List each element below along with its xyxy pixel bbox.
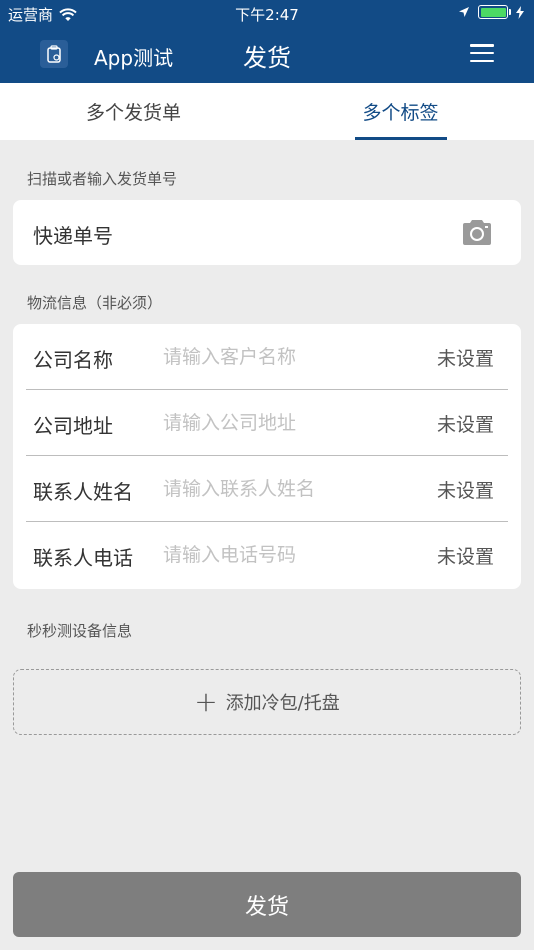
- location-arrow-icon: [459, 7, 469, 17]
- menu-icon[interactable]: [470, 42, 494, 64]
- contact-name-row: 联系人姓名 未设置: [13, 456, 521, 522]
- company-name-label: 公司名称: [33, 348, 113, 372]
- company-address-row: 公司地址 未设置: [13, 390, 521, 456]
- status-right: [458, 5, 524, 19]
- device-section-label: 秒秒测设备信息: [27, 622, 133, 640]
- add-cold-pack-label: 添加冷包/托盘: [225, 693, 340, 714]
- company-name-set-button[interactable]: 未设置: [437, 344, 494, 371]
- tab-bar: 多个发货单 多个标签: [0, 83, 534, 140]
- camera-icon[interactable]: [461, 218, 493, 246]
- contact-phone-input[interactable]: [163, 540, 423, 570]
- contact-phone-row: 联系人电话 未设置: [13, 522, 521, 588]
- logistics-section-label: 物流信息（非必须）: [27, 294, 163, 312]
- tracking-number-field[interactable]: 快递单号: [33, 220, 113, 249]
- tab-multiple-orders[interactable]: 多个发货单: [0, 83, 267, 140]
- company-address-input[interactable]: [163, 408, 423, 438]
- battery-icon: [478, 5, 511, 19]
- plus-icon: +: [194, 685, 218, 718]
- add-cold-pack-button[interactable]: + 添加冷包/托盘: [13, 669, 521, 735]
- scan-card: 快递单号: [13, 200, 521, 265]
- contact-phone-label: 联系人电话: [33, 546, 133, 570]
- company-address-label: 公司地址: [33, 414, 113, 438]
- logistics-card: 公司名称 未设置 公司地址 未设置 联系人姓名 未设置 联系人电话 未设置: [13, 324, 521, 589]
- tab-multiple-labels[interactable]: 多个标签: [267, 83, 534, 140]
- charging-bolt-icon: [516, 5, 524, 19]
- contact-name-set-button[interactable]: 未设置: [437, 476, 494, 503]
- contact-name-label: 联系人姓名: [33, 480, 133, 504]
- ship-button[interactable]: 发货: [13, 872, 521, 937]
- company-address-set-button[interactable]: 未设置: [437, 410, 494, 437]
- company-name-row: 公司名称 未设置: [13, 324, 521, 390]
- contact-phone-set-button[interactable]: 未设置: [437, 542, 494, 569]
- contact-name-input[interactable]: [163, 474, 423, 504]
- company-name-input[interactable]: [163, 342, 423, 372]
- page-title: 发货: [243, 44, 291, 72]
- scan-section-label: 扫描或者输入发货单号: [27, 170, 178, 188]
- top-bar: 运营商 下午2:47 App测试 发货: [0, 0, 534, 83]
- status-time: 下午2:47: [235, 6, 299, 24]
